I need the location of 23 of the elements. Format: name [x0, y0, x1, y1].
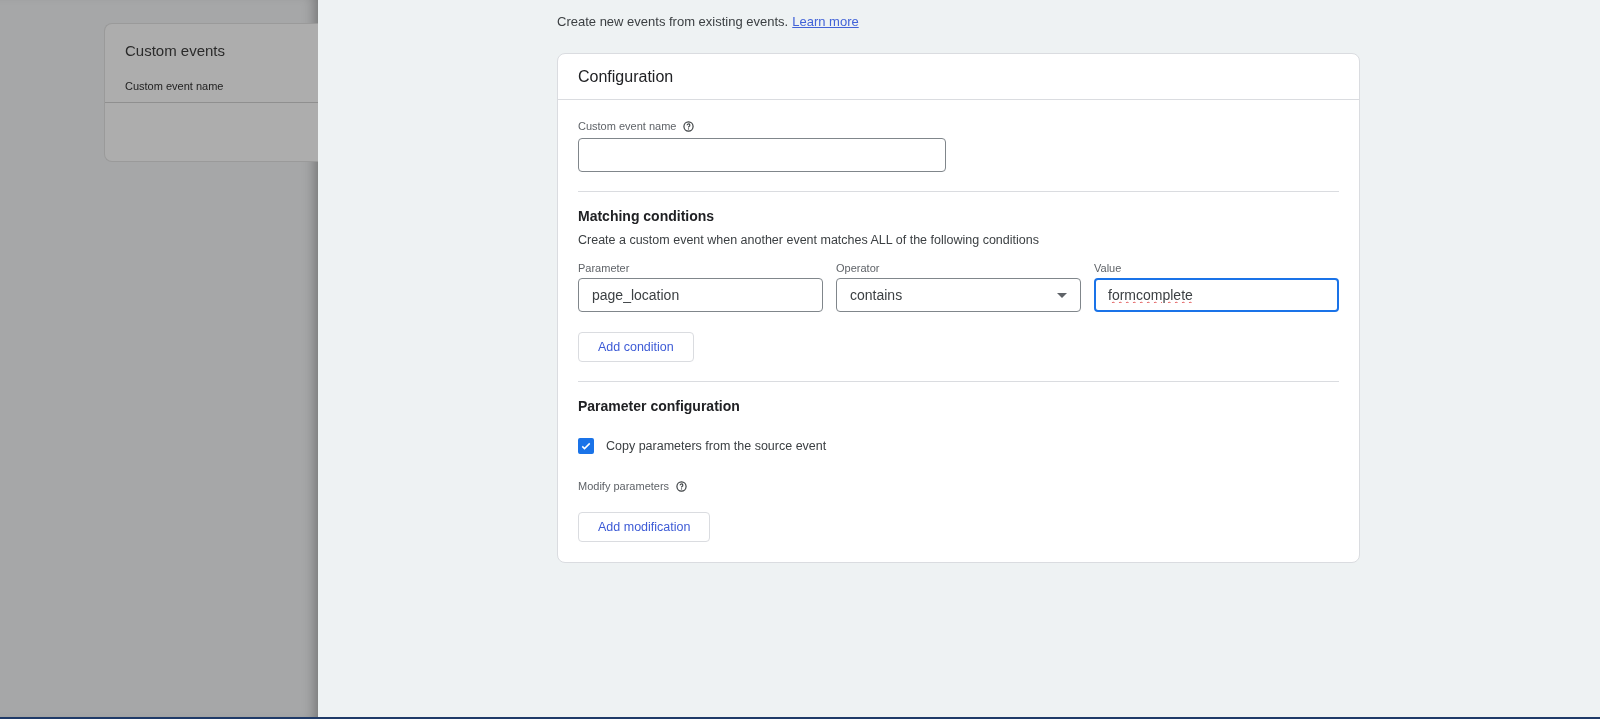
- field-label: Value: [1094, 262, 1122, 274]
- section-title: Parameter configuration: [578, 398, 741, 414]
- card-title: Custom events: [124, 41, 227, 59]
- condition-input-field[interactable]: page_location: [578, 278, 823, 312]
- section-description: Create a custom event when another event matches ALL of the following conditions: [578, 233, 1040, 247]
- learn-more-link[interactable]: Learn more: [792, 14, 859, 29]
- checkbox-label: Copy parameters from the source event: [606, 439, 827, 453]
- custom-event-name-field[interactable]: [578, 138, 946, 172]
- help-icon[interactable]: [683, 120, 695, 132]
- add-condition-button[interactable]: Add condition: [578, 332, 694, 362]
- help-icon[interactable]: [676, 480, 688, 492]
- condition-input-field[interactable]: formcomplete: [1094, 278, 1339, 312]
- operator-dropdown[interactable]: contains: [836, 278, 1081, 312]
- field-label: Parameter: [578, 262, 630, 274]
- copy-parameters-checkbox[interactable]: [578, 438, 594, 454]
- card-title: Configuration: [578, 68, 674, 85]
- section-title: Matching conditions: [578, 208, 716, 224]
- field-label: Operator: [836, 262, 880, 274]
- field-label: Modify parameters: [578, 480, 670, 492]
- field-label: Custom event name: [578, 120, 677, 132]
- add-modification-button[interactable]: Add modification: [578, 512, 711, 542]
- intro-text: Create new events from existing events.: [557, 14, 789, 29]
- caret-icon: [1057, 292, 1067, 298]
